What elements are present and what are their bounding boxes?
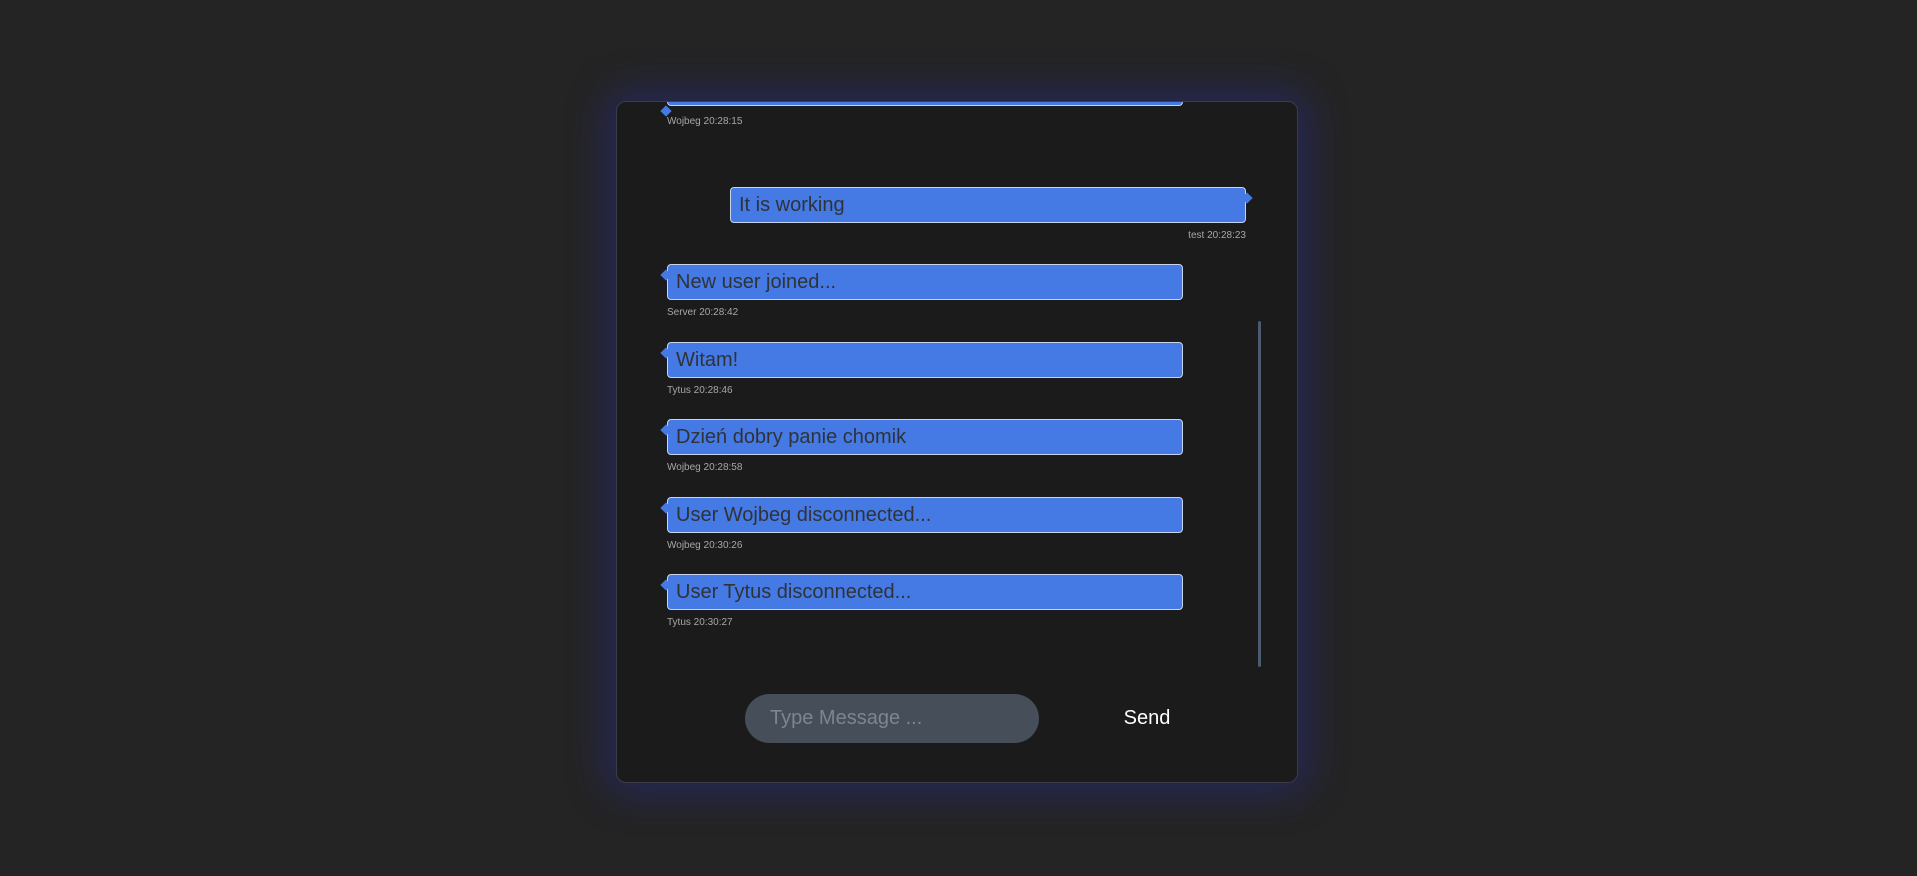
message-meta: test 20:28:23 — [1188, 230, 1246, 241]
message-meta: Tytus 20:30:27 — [667, 617, 733, 628]
message-meta: Wojbeg 20:28:15 — [667, 116, 743, 127]
message-item: New user joined... Server 20:28:42 — [667, 264, 1183, 318]
chat-window: Wojbeg 20:28:15 It is working test 20:28… — [616, 101, 1298, 783]
message-item: Wojbeg 20:28:15 — [667, 102, 1183, 127]
message-item: User Wojbeg disconnected... Wojbeg 20:30… — [667, 497, 1183, 551]
message-meta: Wojbeg 20:30:26 — [667, 540, 743, 551]
message-item: User Tytus disconnected... Tytus 20:30:2… — [667, 574, 1183, 628]
message-list-scrollbar[interactable] — [1258, 321, 1261, 667]
message-bubble: User Wojbeg disconnected... — [667, 497, 1183, 533]
message-bubble: Witam! — [667, 342, 1183, 378]
message-item: It is working test 20:28:23 — [730, 187, 1246, 241]
message-bubble: Dzień dobry panie chomik — [667, 419, 1183, 455]
message-bubble: User Tytus disconnected... — [667, 574, 1183, 610]
message-bubble: It is working — [730, 187, 1246, 223]
message-item: Witam! Tytus 20:28:46 — [667, 342, 1183, 396]
message-input[interactable] — [745, 694, 1039, 743]
message-item: Dzień dobry panie chomik Wojbeg 20:28:58 — [667, 419, 1183, 473]
message-bubble: New user joined... — [667, 264, 1183, 300]
message-meta: Tytus 20:28:46 — [667, 385, 733, 396]
message-meta: Server 20:28:42 — [667, 307, 739, 318]
message-meta: Wojbeg 20:28:58 — [667, 462, 743, 473]
message-list[interactable]: Wojbeg 20:28:15 It is working test 20:28… — [617, 102, 1297, 662]
send-button[interactable]: Send — [1087, 694, 1207, 743]
message-bubble — [667, 102, 1183, 106]
